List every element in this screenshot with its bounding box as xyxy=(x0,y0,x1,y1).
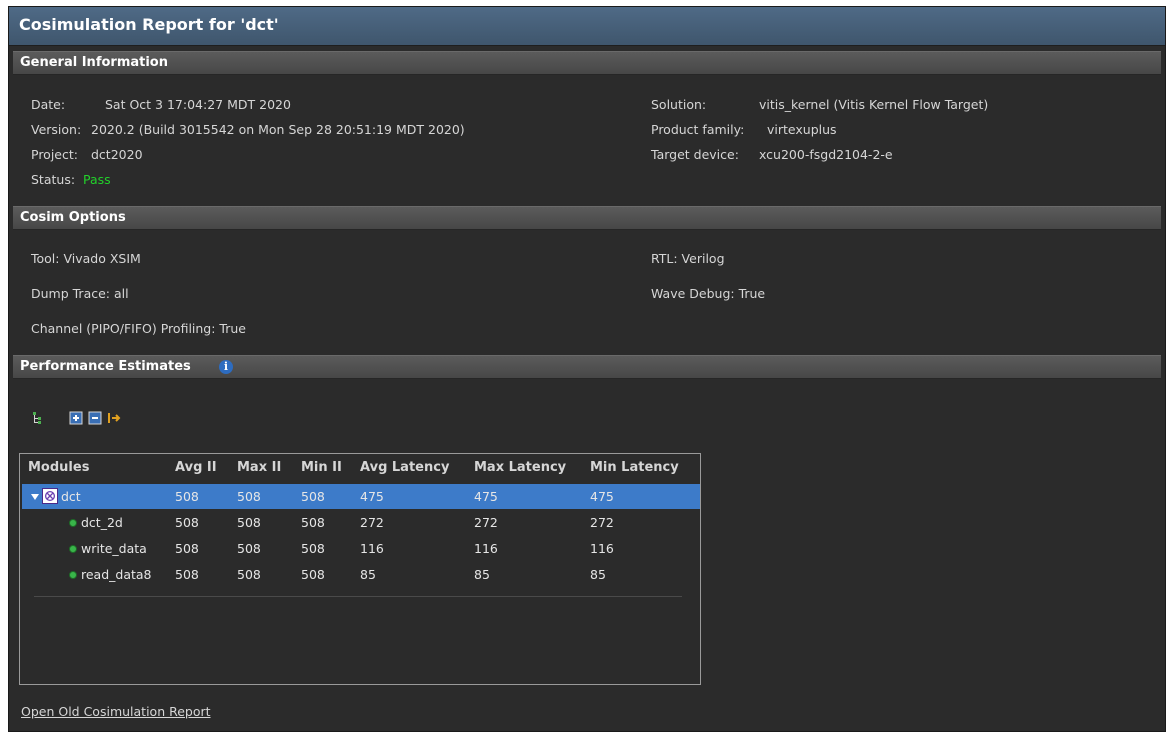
avg-latency-cell: 272 xyxy=(360,515,384,530)
table-row-write-data[interactable]: write_data 508 508 508 116 116 116 xyxy=(22,536,700,561)
date-value: Sat Oct 3 17:04:27 MDT 2020 xyxy=(105,97,291,112)
status-label: Status: xyxy=(31,172,76,187)
min-latency-cell: 272 xyxy=(590,515,614,530)
module-status-icon xyxy=(69,545,77,553)
top-module-icon xyxy=(42,488,58,504)
tool-option: Tool: Vivado XSIM xyxy=(31,251,141,266)
col-modules[interactable]: Modules xyxy=(28,460,89,475)
min-ii-cell: 508 xyxy=(301,489,325,504)
min-latency-cell: 116 xyxy=(590,541,614,556)
device-label: Target device: xyxy=(651,147,739,162)
module-name: dct_2d xyxy=(81,515,123,530)
channel-profiling-option: Channel (PIPO/FIFO) Profiling: True xyxy=(31,321,246,336)
min-ii-cell: 508 xyxy=(301,515,325,530)
table-divider xyxy=(34,596,682,597)
max-latency-cell: 475 xyxy=(474,489,498,504)
family-value: virtexuplus xyxy=(767,122,837,137)
col-min-latency[interactable]: Min Latency xyxy=(590,460,679,475)
project-value: dct2020 xyxy=(91,147,143,162)
performance-title: Performance Estimates xyxy=(20,359,191,374)
expand-all-icon[interactable] xyxy=(69,411,83,425)
device-value: xcu200-fsgd2104-2-e xyxy=(759,147,893,162)
version-value: 2020.2 (Build 3015542 on Mon Sep 28 20:5… xyxy=(91,122,465,137)
module-name: dct xyxy=(61,489,81,504)
col-min-ii[interactable]: Min II xyxy=(301,460,342,475)
device-row: Target device: xcu200-fsgd2104-2-e xyxy=(651,147,893,162)
date-row: Date: Sat Oct 3 17:04:27 MDT 2020 xyxy=(31,97,291,112)
cosim-report-panel: Cosimulation Report for 'dct' General In… xyxy=(8,6,1166,732)
version-label: Version: xyxy=(31,122,82,137)
wave-debug-option: Wave Debug: True xyxy=(651,286,766,301)
module-name: write_data xyxy=(81,541,147,556)
cosim-options-header: Cosim Options xyxy=(13,206,1161,230)
avg-latency-cell: 475 xyxy=(360,489,384,504)
status-badge: Pass xyxy=(83,172,111,187)
table-row-dct-2d[interactable]: dct_2d 508 508 508 272 272 272 xyxy=(22,510,700,535)
hierarchy-icon[interactable] xyxy=(31,411,45,425)
report-title-bar: Cosimulation Report for 'dct' xyxy=(9,7,1165,46)
expand-arrow-icon[interactable] xyxy=(31,494,39,500)
col-max-ii[interactable]: Max II xyxy=(237,460,281,475)
rtl-option: RTL: Verilog xyxy=(651,251,725,266)
col-max-latency[interactable]: Max Latency xyxy=(474,460,566,475)
project-row: Project: dct2020 xyxy=(31,147,143,162)
solution-value: vitis_kernel (Vitis Kernel Flow Target) xyxy=(759,97,989,112)
family-row: Product family: virtexuplus xyxy=(651,122,837,137)
min-latency-cell: 475 xyxy=(590,489,614,504)
date-label: Date: xyxy=(31,97,66,112)
max-latency-cell: 85 xyxy=(474,567,490,582)
status-row: Status: Pass xyxy=(31,172,111,187)
performance-table: Modules Avg II Max II Min II Avg Latency… xyxy=(19,453,701,685)
solution-row: Solution: vitis_kernel (Vitis Kernel Flow… xyxy=(651,97,988,112)
version-row: Version: 2020.2 (Build 3015542 on Mon Sep… xyxy=(31,122,465,137)
max-latency-cell: 272 xyxy=(474,515,498,530)
dump-trace-option: Dump Trace: all xyxy=(31,286,129,301)
report-title: Cosimulation Report for 'dct' xyxy=(19,15,279,34)
project-label: Project: xyxy=(31,147,78,162)
table-row-dct[interactable]: dct 508 508 508 475 475 475 xyxy=(22,484,700,509)
avg-ii-cell: 508 xyxy=(175,541,199,556)
max-latency-cell: 116 xyxy=(474,541,498,556)
avg-latency-cell: 85 xyxy=(360,567,376,582)
table-header: Modules Avg II Max II Min II Avg Latency… xyxy=(20,454,700,482)
module-status-icon xyxy=(69,519,77,527)
performance-header: Performance Estimates i xyxy=(13,355,1161,379)
max-ii-cell: 508 xyxy=(237,567,261,582)
avg-latency-cell: 116 xyxy=(360,541,384,556)
module-status-icon xyxy=(69,571,77,579)
module-name: read_data8 xyxy=(81,567,152,582)
max-ii-cell: 508 xyxy=(237,489,261,504)
info-icon[interactable]: i xyxy=(219,360,233,374)
min-ii-cell: 508 xyxy=(301,567,325,582)
max-ii-cell: 508 xyxy=(237,541,261,556)
solution-label: Solution: xyxy=(651,97,707,112)
general-info-title: General Information xyxy=(20,55,168,70)
max-ii-cell: 508 xyxy=(237,515,261,530)
min-latency-cell: 85 xyxy=(590,567,606,582)
avg-ii-cell: 508 xyxy=(175,515,199,530)
min-ii-cell: 508 xyxy=(301,541,325,556)
export-icon[interactable] xyxy=(107,411,121,425)
cosim-options-title: Cosim Options xyxy=(20,210,126,225)
family-label: Product family: xyxy=(651,122,745,137)
general-info-header: General Information xyxy=(13,51,1161,75)
table-row-read-data8[interactable]: read_data8 508 508 508 85 85 85 xyxy=(22,562,700,587)
col-avg-latency[interactable]: Avg Latency xyxy=(360,460,449,475)
avg-ii-cell: 508 xyxy=(175,489,199,504)
open-old-report-link[interactable]: Open Old Cosimulation Report xyxy=(21,704,211,719)
collapse-all-icon[interactable] xyxy=(88,411,102,425)
col-avg-ii[interactable]: Avg II xyxy=(175,460,217,475)
avg-ii-cell: 508 xyxy=(175,567,199,582)
